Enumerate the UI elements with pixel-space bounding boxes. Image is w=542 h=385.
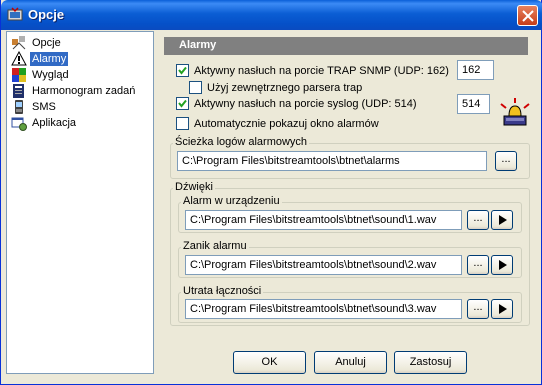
connection-loss-play-button[interactable] [491, 299, 513, 319]
log-path-input[interactable]: C:\Program Files\bitstreamtools\btnet\al… [177, 151, 487, 171]
options-tree[interactable]: Opcje Alarmy Wygląd Harmonogram zadań SM… [6, 31, 154, 374]
alarm-clear-sound-input[interactable]: C:\Program Files\bitstreamtools\btnet\so… [185, 255, 462, 275]
connection-loss-sound-input[interactable]: C:\Program Files\bitstreamtools\btnet\so… [185, 299, 462, 319]
checkmark-icon [178, 66, 187, 75]
play-icon [499, 304, 507, 314]
device-alarm-title: Alarm w urządzeniu [181, 195, 282, 208]
checkbox-box[interactable] [176, 117, 189, 130]
sounds-title: Dźwięki [173, 181, 215, 194]
tree-item-application[interactable]: Aplikacja [11, 115, 78, 131]
siren-icon [500, 98, 530, 126]
tree-item-sms[interactable]: SMS [11, 99, 58, 115]
device-alarm-play-button[interactable] [491, 210, 513, 230]
tree-item-schedule[interactable]: Harmonogram zadań [11, 83, 137, 99]
log-path-title: Ścieżka logów alarmowych [173, 136, 310, 149]
checkbox-box[interactable] [189, 81, 202, 94]
checkbox-box[interactable] [176, 97, 189, 110]
application-icon [11, 117, 27, 131]
play-icon [499, 215, 507, 225]
log-path-browse-button[interactable]: ... [495, 151, 517, 171]
connection-loss-browse-button[interactable]: ... [467, 299, 489, 319]
ok-button[interactable]: OK [233, 351, 306, 374]
cancel-button[interactable]: Anuluj [314, 351, 387, 374]
checkbox-box[interactable] [176, 64, 189, 77]
external-parser-label: Użyj zewnętrznego parsera trap [207, 81, 363, 94]
trap-port-input[interactable]: 162 [457, 60, 494, 80]
tree-item-appearance[interactable]: Wygląd [11, 67, 71, 83]
alarm-clear-title: Zanik alarmu [181, 240, 249, 253]
schedule-icon [13, 84, 24, 98]
auto-show-checkbox[interactable]: Automatycznie pokazuj okno alarmów [176, 117, 379, 130]
syslog-label: Aktywny nasłuch na porcie syslog (UDP: 5… [194, 97, 417, 110]
window-title: Opcje [28, 7, 65, 22]
app-icon [7, 7, 23, 21]
options-icon [12, 36, 26, 50]
title-bar[interactable]: Opcje [1, 0, 542, 30]
syslog-port-input[interactable]: 514 [457, 94, 490, 114]
alarm-clear-play-button[interactable] [491, 255, 513, 275]
close-icon [522, 10, 534, 22]
options-dialog: Opcje Opcje Alarmy Wygląd Harmonogram za… [0, 0, 542, 385]
tree-item-alarms[interactable]: Alarmy [11, 51, 69, 67]
trap-snmp-checkbox[interactable]: Aktywny nasłuch na porcie TRAP SNMP (UDP… [176, 64, 449, 77]
checkmark-icon [178, 99, 187, 108]
sms-icon [15, 100, 23, 114]
close-button[interactable] [517, 5, 538, 26]
auto-show-label: Automatycznie pokazuj okno alarmów [194, 117, 379, 130]
alarm-clear-browse-button[interactable]: ... [467, 255, 489, 275]
play-icon [499, 260, 507, 270]
apply-button[interactable]: Zastosuj [394, 351, 467, 374]
external-parser-checkbox[interactable]: Użyj zewnętrznego parsera trap [189, 81, 362, 94]
alarm-icon [11, 51, 27, 66]
appearance-icon [12, 68, 26, 82]
syslog-checkbox[interactable]: Aktywny nasłuch na porcie syslog (UDP: 5… [176, 97, 417, 110]
device-alarm-sound-input[interactable]: C:\Program Files\bitstreamtools\btnet\so… [185, 210, 462, 230]
device-alarm-browse-button[interactable]: ... [467, 210, 489, 230]
trap-snmp-label: Aktywny nasłuch na porcie TRAP SNMP (UDP… [194, 64, 449, 77]
tree-item-options[interactable]: Opcje [11, 35, 63, 51]
section-header: Alarmy [164, 37, 528, 55]
connection-loss-title: Utrata łączności [181, 285, 264, 298]
